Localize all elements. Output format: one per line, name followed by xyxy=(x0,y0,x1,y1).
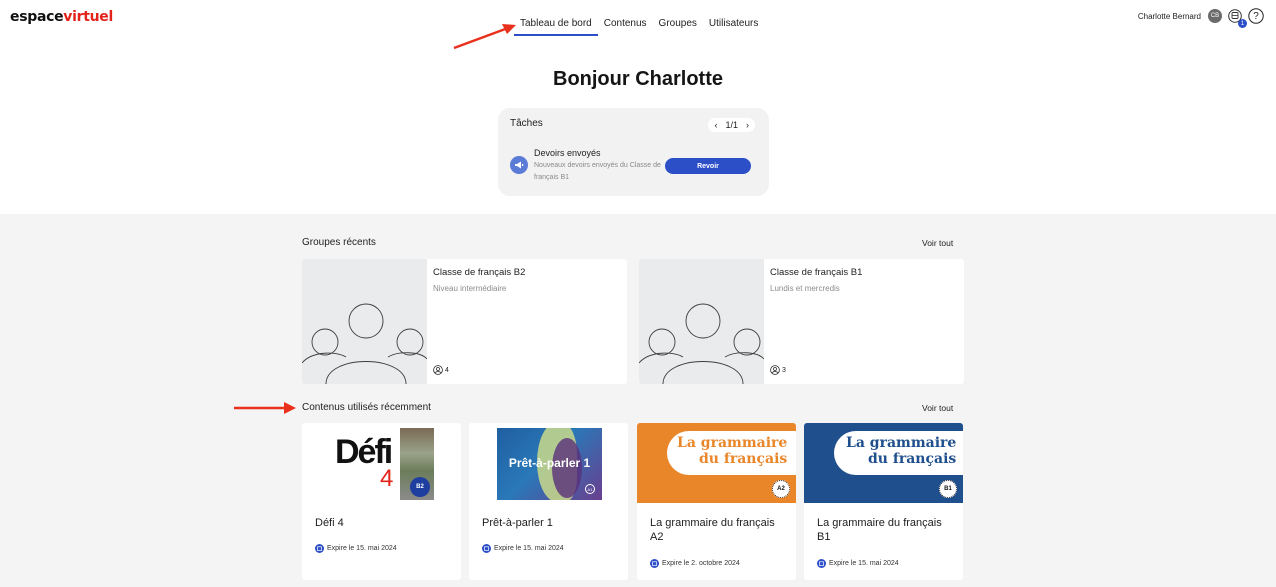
calendar-icon xyxy=(817,559,826,568)
content-card[interactable]: La grammaire du français A2 La grammaire… xyxy=(637,423,796,580)
expiry-info: Expire le 15. mai 2024 xyxy=(482,544,564,553)
level-badge: B1 xyxy=(939,480,957,498)
cover-image: Défi 4 B2 xyxy=(302,423,461,503)
expiry-text: Expire le 15. mai 2024 xyxy=(327,545,397,552)
main-nav: Tableau de bord Contenus Groupes Utilisa… xyxy=(514,12,764,36)
tasks-pager: ‹ 1/1 › xyxy=(708,118,755,132)
group-card[interactable]: Classe de français B1 Lundis et mercredi… xyxy=(639,259,964,384)
chevron-left-icon[interactable]: ‹ xyxy=(714,120,717,130)
cover-title-line1: La grammaire xyxy=(846,435,957,451)
group-description: Niveau intermédiaire xyxy=(433,284,507,293)
expiry-text: Expire le 15. mai 2024 xyxy=(829,560,899,567)
task-subtitle: Nouveaux devoirs envoyés du Classe de fr… xyxy=(534,162,661,181)
group-name: Classe de français B2 xyxy=(433,267,526,278)
level-badge: B2 xyxy=(410,477,430,497)
logo-text-part1: espace xyxy=(10,9,64,25)
recent-contents-see-all-link[interactable]: Voir tout xyxy=(922,403,953,413)
chevron-right-icon[interactable]: › xyxy=(746,120,749,130)
group-count-value: 3 xyxy=(782,366,786,374)
task-item: Devoirs envoyés Nouveaux devoirs envoyés… xyxy=(510,148,664,184)
cover-number: 4 xyxy=(380,465,394,492)
level-badge: A2 xyxy=(772,480,790,498)
group-name: Classe de français B1 xyxy=(770,267,863,278)
cover-title-line2: du français xyxy=(699,451,788,467)
page-title: Bonjour Charlotte xyxy=(553,68,723,90)
annotation-arrow-icon xyxy=(234,402,296,414)
nav-tableau-de-bord[interactable]: Tableau de bord xyxy=(514,12,598,36)
notifications-button[interactable]: 1 xyxy=(1227,8,1247,28)
notification-badge: 1 xyxy=(1238,19,1247,28)
nav-contenus[interactable]: Contenus xyxy=(598,12,653,36)
recent-groups-see-all-link[interactable]: Voir tout xyxy=(922,238,953,248)
user-icon xyxy=(770,365,780,375)
cover-title-line1: La grammaire xyxy=(677,435,788,451)
megaphone-icon xyxy=(510,156,528,174)
user-area: Charlotte Bernard CB 1 ? xyxy=(1138,8,1264,28)
user-icon xyxy=(433,365,443,375)
expiry-text: Expire le 2. octobre 2024 xyxy=(662,560,740,567)
recent-groups-title: Groupes récents xyxy=(302,237,376,248)
user-name[interactable]: Charlotte Bernard xyxy=(1138,12,1201,21)
logo[interactable]: espacevirtuel xyxy=(10,9,113,25)
expiry-info: Expire le 2. octobre 2024 xyxy=(650,559,740,568)
group-count-value: 4 xyxy=(445,366,449,374)
top-section: espacevirtuel Tableau de bord Contenus G… xyxy=(0,0,1276,214)
logo-text-part2: virtuel xyxy=(63,9,113,25)
annotation-arrow-icon xyxy=(453,24,516,50)
cover-title-line2: du français xyxy=(868,451,957,467)
content-card[interactable]: Défi 4 B2 Défi 4 Expire le 15. mai 2024 xyxy=(302,423,461,580)
content-title: Prêt-à-parler 1 xyxy=(482,517,553,529)
group-description: Lundis et mercredis xyxy=(770,284,840,293)
cover-image: Prêt-à-parler 1 A1 xyxy=(469,423,628,503)
group-card[interactable]: Classe de français B2 Niveau intermédiai… xyxy=(302,259,627,384)
expiry-info: Expire le 15. mai 2024 xyxy=(315,544,397,553)
nav-groupes[interactable]: Groupes xyxy=(653,12,703,36)
help-label: ? xyxy=(1253,10,1259,22)
revoir-button[interactable]: Revoir xyxy=(665,158,751,174)
recent-contents-title: Contenus utilisés récemment xyxy=(302,402,431,413)
level-badge: A1 xyxy=(585,484,595,494)
content-title: La grammaire du français A2 xyxy=(650,517,775,543)
cover-image: La grammaire du français B1 xyxy=(804,423,963,503)
calendar-icon xyxy=(315,544,324,553)
cover-image: La grammaire du français A2 xyxy=(637,423,796,503)
calendar-icon xyxy=(482,544,491,553)
nav-utilisateurs[interactable]: Utilisateurs xyxy=(703,12,764,36)
group-placeholder-image xyxy=(639,259,765,384)
task-title: Devoirs envoyés xyxy=(534,148,601,158)
pager-label: 1/1 xyxy=(725,120,738,130)
content-title: Défi 4 xyxy=(315,517,344,529)
content-card[interactable]: La grammaire du français B1 La grammaire… xyxy=(804,423,963,580)
content-card[interactable]: Prêt-à-parler 1 A1 Prêt-à-parler 1 Expir… xyxy=(469,423,628,580)
group-member-count: 4 xyxy=(433,365,449,375)
avatar[interactable]: CB xyxy=(1208,9,1222,23)
expiry-text: Expire le 15. mai 2024 xyxy=(494,545,564,552)
help-button[interactable]: ? xyxy=(1248,8,1264,24)
tasks-panel: Tâches ‹ 1/1 › Devoirs envoyés Nouveaux … xyxy=(498,108,769,196)
calendar-icon xyxy=(650,559,659,568)
group-placeholder-image xyxy=(302,259,428,384)
expiry-info: Expire le 15. mai 2024 xyxy=(817,559,899,568)
group-member-count: 3 xyxy=(770,365,786,375)
cover-title: Prêt-à-parler 1 xyxy=(508,456,591,470)
content-title: La grammaire du français B1 xyxy=(817,517,942,543)
